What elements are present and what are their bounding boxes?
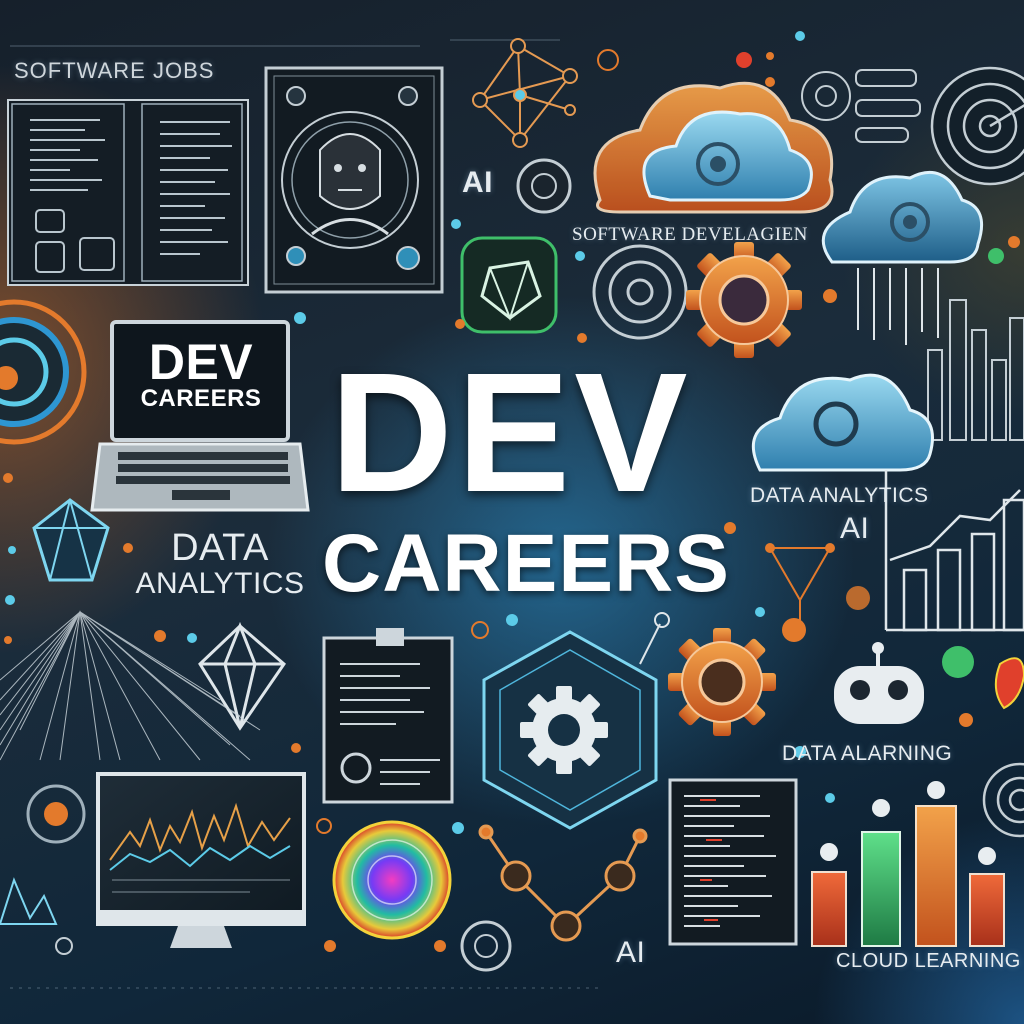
location-pin-icon <box>942 646 1024 710</box>
skyline-bars-icon <box>927 299 1024 441</box>
radar-icon-bottom <box>982 762 1024 838</box>
gear-icon-orange-2 <box>668 628 776 736</box>
mountain-icon-bottom-left <box>0 877 58 925</box>
gear-icon-grey <box>592 244 688 340</box>
software-jobs-label: SOFTWARE JOBS <box>14 58 215 83</box>
monitor-icon <box>96 772 306 948</box>
data-alarning-label: DATA ALARNING <box>782 742 953 765</box>
data-analytics-left-line1: DATA <box>171 527 269 569</box>
code-list-panel <box>668 778 798 946</box>
cloud-learning-label: CLOUD LEARNING <box>836 950 1021 972</box>
ai-label-top: AI <box>462 166 493 199</box>
ai-badge-icon <box>516 158 572 214</box>
ai-label-right: AI <box>840 512 870 545</box>
ring-icon-bottom <box>460 920 512 972</box>
data-analytics-left-label: DATA ANALYTICS <box>130 527 310 602</box>
cloud-icon-mid-right <box>751 373 934 472</box>
laptop-screen-line2: CAREERS <box>140 385 262 412</box>
ai-label-bottom: AI <box>616 936 646 969</box>
data-analytics-left-line2: ANALYTICS <box>135 567 305 600</box>
poster-canvas: SOFTWARE JOBS DEV CAREERS DEV CAREERS SO… <box>0 0 1024 1024</box>
clipboard-icon <box>322 628 454 804</box>
gem-icon-green <box>460 236 558 334</box>
data-analytics-right-label: DATA ANALYTICS <box>750 484 929 507</box>
funnel-icon <box>765 543 835 620</box>
radar-icon <box>930 66 1024 186</box>
profile-frame-icon <box>264 66 444 294</box>
hexagon-gear-icon <box>482 612 670 830</box>
rainbow-orb-icon <box>332 820 452 940</box>
target-icon-bottom-left <box>26 784 86 844</box>
laptop-screen-title: DEV CAREERS <box>120 334 282 412</box>
cloud-icon-right <box>821 170 983 345</box>
robot-icon <box>834 642 924 724</box>
gem-icon-cyan <box>32 498 110 582</box>
software-develop-label: SOFTWARE DEVELAGIEN <box>572 224 808 245</box>
code-panel-top-left <box>7 99 249 286</box>
headline-careers: CAREERS <box>322 518 730 609</box>
headline-dev: DEV <box>330 338 692 528</box>
cloud-icon-top <box>593 81 834 214</box>
network-graph-icon-bottom <box>478 824 648 942</box>
mountain-mesh-icon <box>0 610 261 761</box>
target-icon-left <box>0 299 87 445</box>
bar-chart-icon <box>811 781 1005 947</box>
laptop-screen-line1: DEV <box>148 334 254 390</box>
diamond-icon <box>198 621 286 731</box>
gear-icon-orange <box>686 242 802 358</box>
network-graph-icon <box>472 38 578 148</box>
